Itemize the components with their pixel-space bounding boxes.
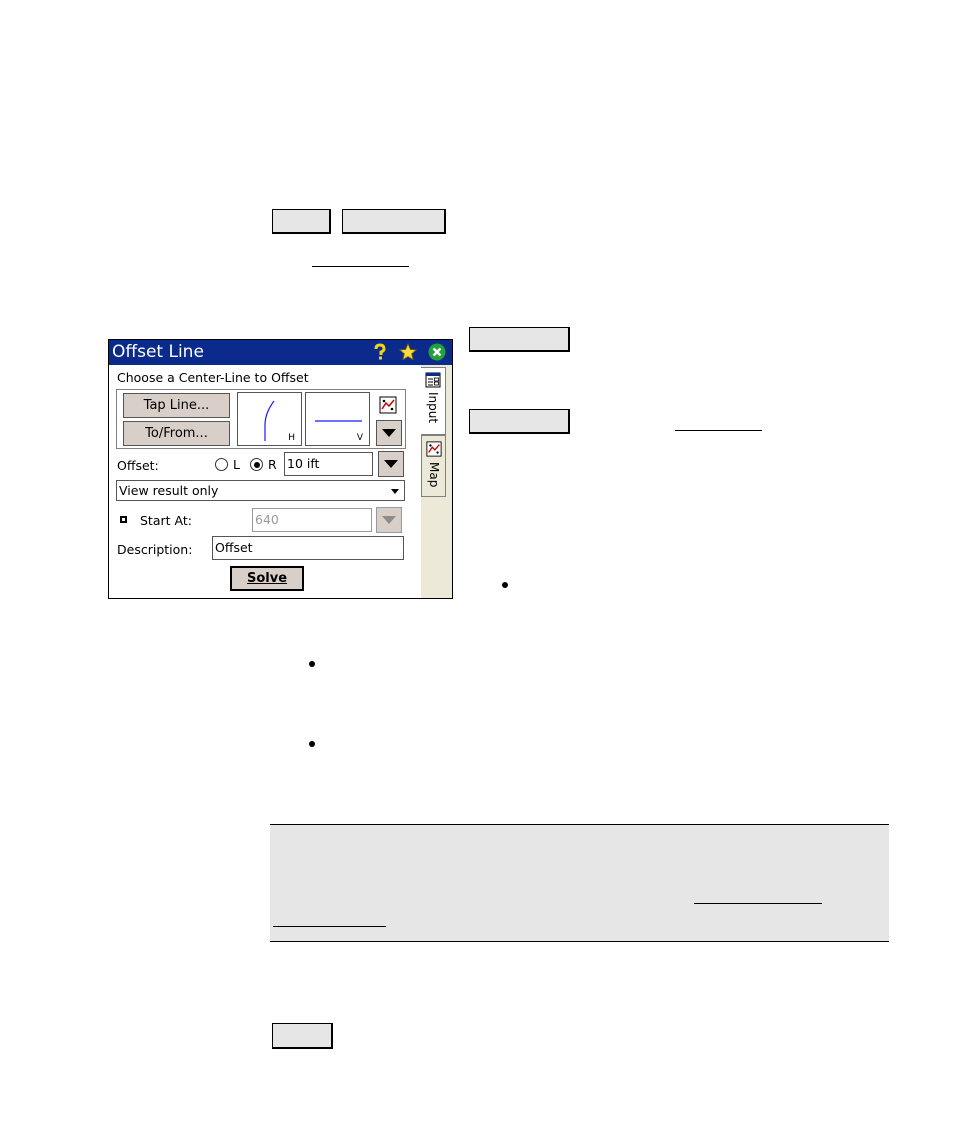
tab-input[interactable]: Input — [421, 367, 446, 435]
to-from-button[interactable]: To/From... — [123, 421, 230, 446]
dropdown-arrow-icon — [384, 460, 398, 468]
input-form-icon — [425, 372, 441, 388]
bullet-2 — [309, 661, 315, 667]
prompt-label: Choose a Center-Line to Offset — [117, 370, 309, 385]
result-mode-value: View result only — [119, 483, 219, 498]
radio-left[interactable] — [215, 458, 228, 471]
chevron-down-icon — [391, 489, 399, 494]
offset-line-window: Offset Line Choose a Center-Line to Offs… — [108, 339, 453, 599]
vertical-tab-strip: Input Map — [421, 365, 452, 598]
note-link-1 — [694, 903, 822, 904]
vertical-preview: V — [305, 392, 370, 446]
tab-map[interactable]: Map — [421, 435, 446, 497]
help-icon[interactable] — [371, 343, 389, 361]
close-icon[interactable] — [428, 343, 446, 361]
result-mode-select[interactable]: View result only — [116, 480, 405, 501]
description-field[interactable]: Offset — [212, 536, 404, 560]
start-at-label: Start At: — [140, 513, 192, 528]
start-at-field: 640 — [252, 508, 372, 532]
offset-label: Offset: — [117, 458, 159, 473]
solve-label: Solve — [246, 571, 288, 586]
horizontal-preview: H — [237, 392, 302, 446]
radio-right[interactable] — [250, 458, 263, 471]
window-title: Offset Line — [112, 342, 204, 362]
radio-right-dot — [253, 461, 260, 468]
start-at-value: 640 — [255, 512, 279, 527]
input-panel: Choose a Center-Line to Offset Tap Line.… — [109, 365, 422, 598]
dropdown-arrow-icon — [382, 429, 396, 437]
doc-key-4 — [469, 409, 570, 434]
solve-button[interactable]: Solve — [230, 566, 304, 591]
offset-distance-field[interactable]: 10 ift — [284, 452, 373, 476]
doc-key-5 — [272, 1023, 333, 1049]
doc-key-1 — [272, 209, 331, 234]
map-icon[interactable] — [379, 396, 397, 414]
tap-line-button[interactable]: Tap Line... — [123, 393, 230, 418]
to-from-label: To/From... — [145, 426, 208, 441]
radio-left-label: L — [233, 457, 240, 472]
bullet-3 — [309, 741, 315, 747]
start-at-dropdown-button — [376, 507, 402, 533]
h-label: H — [288, 433, 295, 443]
bullet-1 — [502, 582, 508, 588]
map-icon — [426, 441, 442, 457]
center-line-group: Tap Line... To/From... H V — [116, 389, 406, 449]
description-label: Description: — [117, 542, 193, 557]
note-link-2 — [273, 926, 386, 927]
radio-right-label: R — [268, 457, 277, 472]
tab-map-label: Map — [427, 462, 441, 488]
doc-link-1 — [312, 266, 409, 267]
doc-key-2 — [342, 209, 446, 234]
tab-input-label: Input — [426, 392, 440, 424]
note-box — [270, 824, 889, 942]
doc-key-3 — [469, 327, 570, 352]
dropdown-arrow-icon — [382, 516, 396, 524]
v-label: V — [356, 433, 363, 443]
offset-dropdown-button[interactable] — [378, 451, 404, 477]
center-line-dropdown-button[interactable] — [376, 420, 402, 446]
tap-line-label: Tap Line... — [143, 398, 210, 413]
title-bar: Offset Line — [109, 340, 452, 365]
start-at-marker-icon — [120, 516, 127, 523]
doc-link-2 — [675, 430, 762, 431]
favorites-icon[interactable] — [399, 343, 417, 361]
